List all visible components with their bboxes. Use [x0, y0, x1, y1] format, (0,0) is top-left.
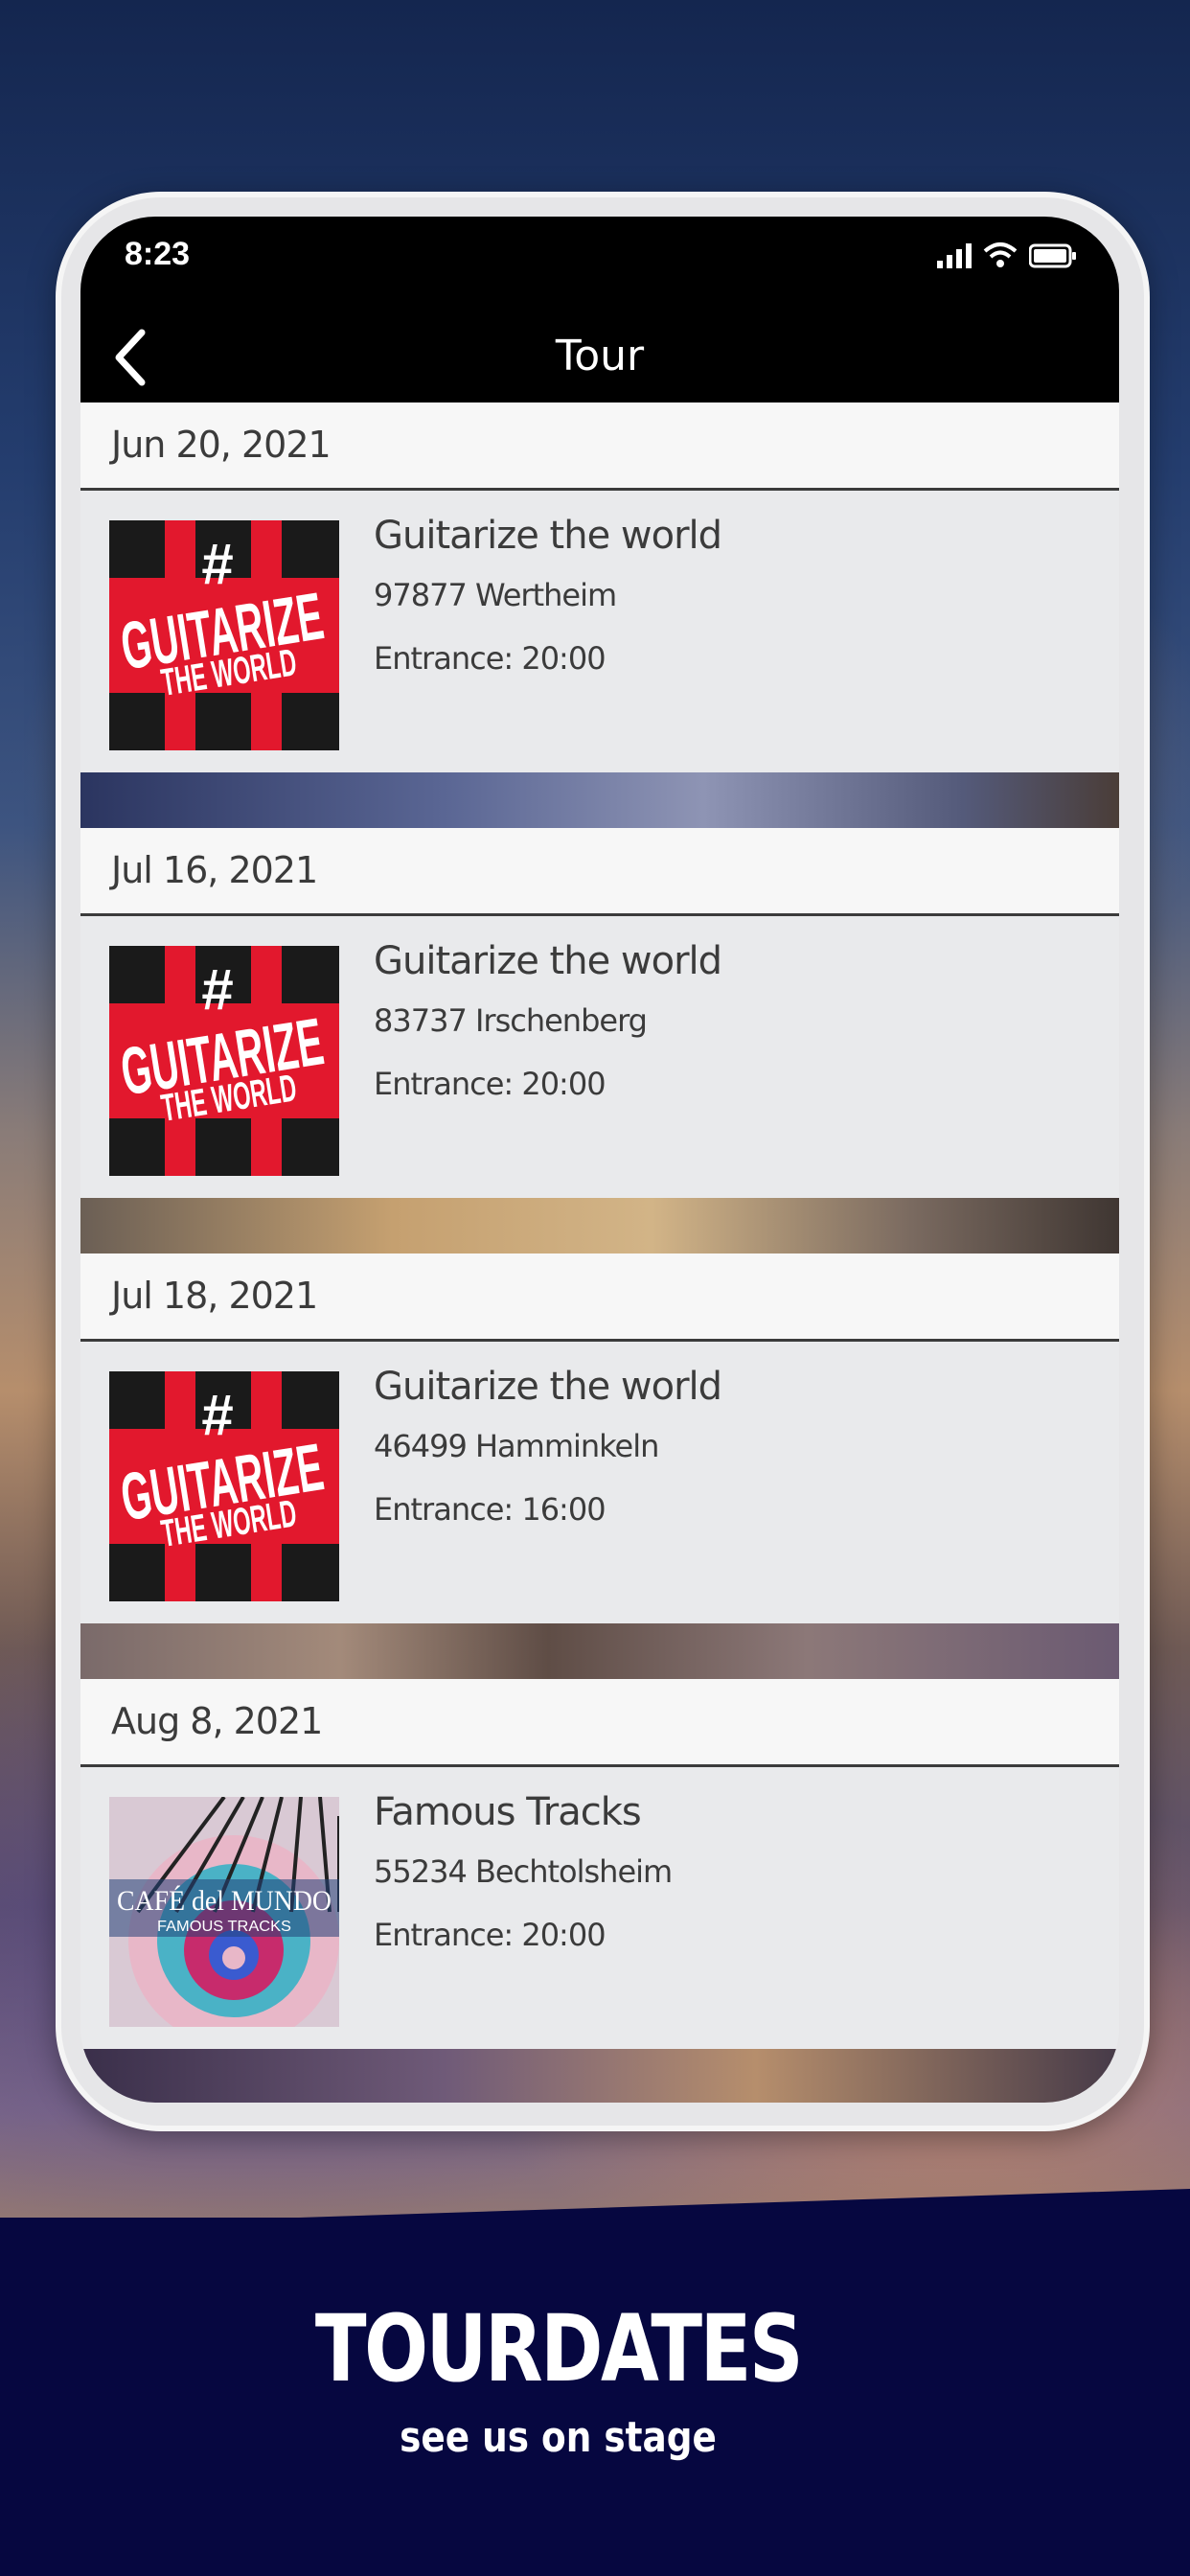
event-location: 46499 Hamminkeln — [374, 1428, 659, 1464]
event-info: Guitarize the world 97877 Wertheim Entra… — [374, 514, 722, 677]
divider-image — [80, 772, 1119, 828]
guitarize-cover-image: # GUITARIZE THE WORLD — [109, 946, 339, 1176]
event-entrance: Entrance: 20:00 — [374, 640, 606, 677]
status-time: 8:23 — [125, 236, 191, 272]
event-title: Guitarize the world — [374, 514, 722, 558]
event-title: Guitarize the world — [374, 1365, 722, 1409]
cover-line1: # — [201, 957, 233, 1022]
tour-event-row[interactable]: # GUITARIZE THE WORLD Guitarize the worl… — [80, 491, 1119, 772]
tour-list: Jun 20, 2021 # GUITARIZE THE WORLD Guita… — [80, 402, 1119, 2103]
status-bar: 8:23 — [80, 217, 1119, 312]
page-title: Tour — [555, 332, 645, 380]
divider-image — [80, 1623, 1119, 1679]
wifi-icon — [983, 242, 1018, 267]
date-header: Aug 8, 2021 — [80, 1679, 1119, 1767]
event-entrance: Entrance: 20:00 — [374, 1066, 606, 1102]
guitarize-cover-image: # GUITARIZE THE WORLD — [109, 520, 339, 750]
status-icons — [937, 242, 1077, 268]
signal-icon — [937, 243, 972, 268]
tour-event-row[interactable]: # GUITARIZE THE WORLD Guitarize the worl… — [80, 916, 1119, 1198]
battery-icon — [1029, 243, 1076, 268]
event-entrance: Entrance: 20:00 — [374, 1917, 606, 1953]
event-location: 97877 Wertheim — [374, 577, 617, 613]
guitarize-cover-image: # GUITARIZE THE WORLD — [109, 1371, 339, 1601]
event-location: 83737 Irschenberg — [374, 1002, 648, 1039]
event-info: Guitarize the world 46499 Hamminkeln Ent… — [374, 1365, 722, 1528]
event-title: Famous Tracks — [374, 1790, 642, 1834]
app-screen: 8:23 Tour Jun 20, 2021 # GUITARIZE THE W… — [80, 217, 1119, 2103]
navigation-bar: Tour — [80, 312, 1119, 402]
date-header: Jul 18, 2021 — [80, 1254, 1119, 1342]
cover-line1: # — [201, 1383, 233, 1447]
banner-subtitle: see us on stage — [400, 2413, 717, 2462]
date-header: Jul 16, 2021 — [80, 828, 1119, 916]
event-title: Guitarize the world — [374, 939, 722, 983]
event-location: 55234 Bechtolsheim — [374, 1853, 673, 1890]
event-info: Famous Tracks 55234 Bechtolsheim Entranc… — [374, 1790, 673, 1953]
banner-title: TOURDATES — [314, 2295, 804, 2403]
cover-line2: FAMOUS TRACKS — [157, 1919, 291, 1935]
tour-event-row[interactable]: CAFÉ del MUNDO FAMOUS TRACKS Famous Trac… — [80, 1767, 1119, 2049]
divider-image — [80, 2049, 1119, 2103]
date-header: Jun 20, 2021 — [80, 402, 1119, 491]
divider-image — [80, 1198, 1119, 1254]
tour-event-row[interactable]: # GUITARIZE THE WORLD Guitarize the worl… — [80, 1342, 1119, 1623]
event-entrance: Entrance: 16:00 — [374, 1491, 606, 1528]
cafe-del-mundo-cover-image: CAFÉ del MUNDO FAMOUS TRACKS — [109, 1797, 339, 2027]
event-info: Guitarize the world 83737 Irschenberg En… — [374, 939, 722, 1102]
cover-line1: CAFÉ del MUNDO — [117, 1885, 332, 1917]
cover-line1: # — [201, 532, 233, 596]
